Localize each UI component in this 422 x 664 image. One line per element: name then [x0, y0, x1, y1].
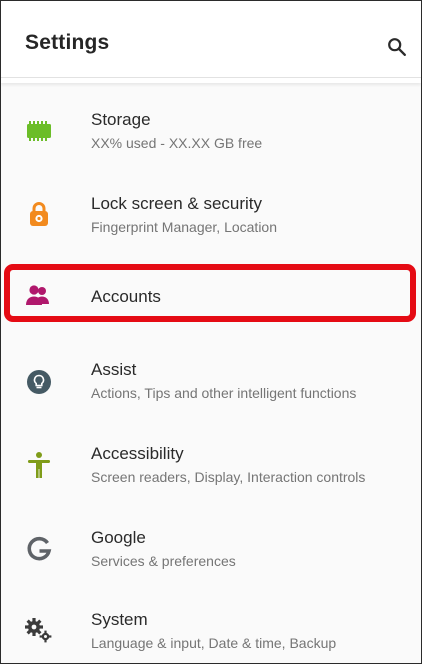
google-icon: [23, 533, 55, 565]
search-icon: [388, 38, 406, 56]
gears-icon: [23, 615, 55, 647]
lightbulb-icon: [23, 366, 55, 398]
settings-item-subtitle: Actions, Tips and other intelligent func…: [91, 385, 357, 401]
settings-item-storage[interactable]: Storage XX% used - XX.XX GB free: [1, 91, 421, 171]
settings-item-title: Accounts: [91, 287, 161, 306]
settings-item-subtitle: Screen readers, Display, Interaction con…: [91, 469, 366, 485]
settings-item-accessibility[interactable]: Accessibility Screen readers, Display, I…: [1, 425, 421, 505]
settings-item-subtitle: Services & preferences: [91, 553, 236, 569]
settings-item-system[interactable]: System Language & input, Date & time, Ba…: [1, 591, 421, 663]
settings-item-title: Storage: [91, 110, 151, 129]
settings-item-title: Accessibility: [91, 444, 184, 463]
settings-item-title: Google: [91, 528, 146, 547]
settings-item-assist[interactable]: Assist Actions, Tips and other intellige…: [1, 341, 421, 421]
app-bar-divider: [1, 77, 421, 78]
settings-item-google[interactable]: Google Services & preferences: [1, 509, 421, 589]
lock-icon: [23, 198, 55, 230]
search-button[interactable]: [379, 29, 415, 65]
accounts-icon: [23, 280, 55, 312]
settings-screen: Settings Storage XX% used - XX.XX GB fre…: [0, 0, 422, 664]
settings-item-subtitle: Fingerprint Manager, Location: [91, 219, 277, 235]
settings-item-title: Assist: [91, 360, 137, 379]
accessibility-icon: [23, 449, 55, 481]
page-title: Settings: [25, 31, 110, 54]
settings-item-title: System: [91, 610, 148, 629]
settings-item-subtitle: Language & input, Date & time, Backup: [91, 635, 337, 651]
app-bar: Settings: [1, 1, 421, 83]
storage-icon: [23, 115, 55, 147]
settings-item-accounts[interactable]: Accounts: [1, 269, 421, 323]
settings-item-lock-screen-security[interactable]: Lock screen & security Fingerprint Manag…: [1, 175, 421, 255]
settings-item-title: Lock screen & security: [91, 194, 263, 213]
settings-item-subtitle: XX% used - XX.XX GB free: [91, 135, 263, 151]
